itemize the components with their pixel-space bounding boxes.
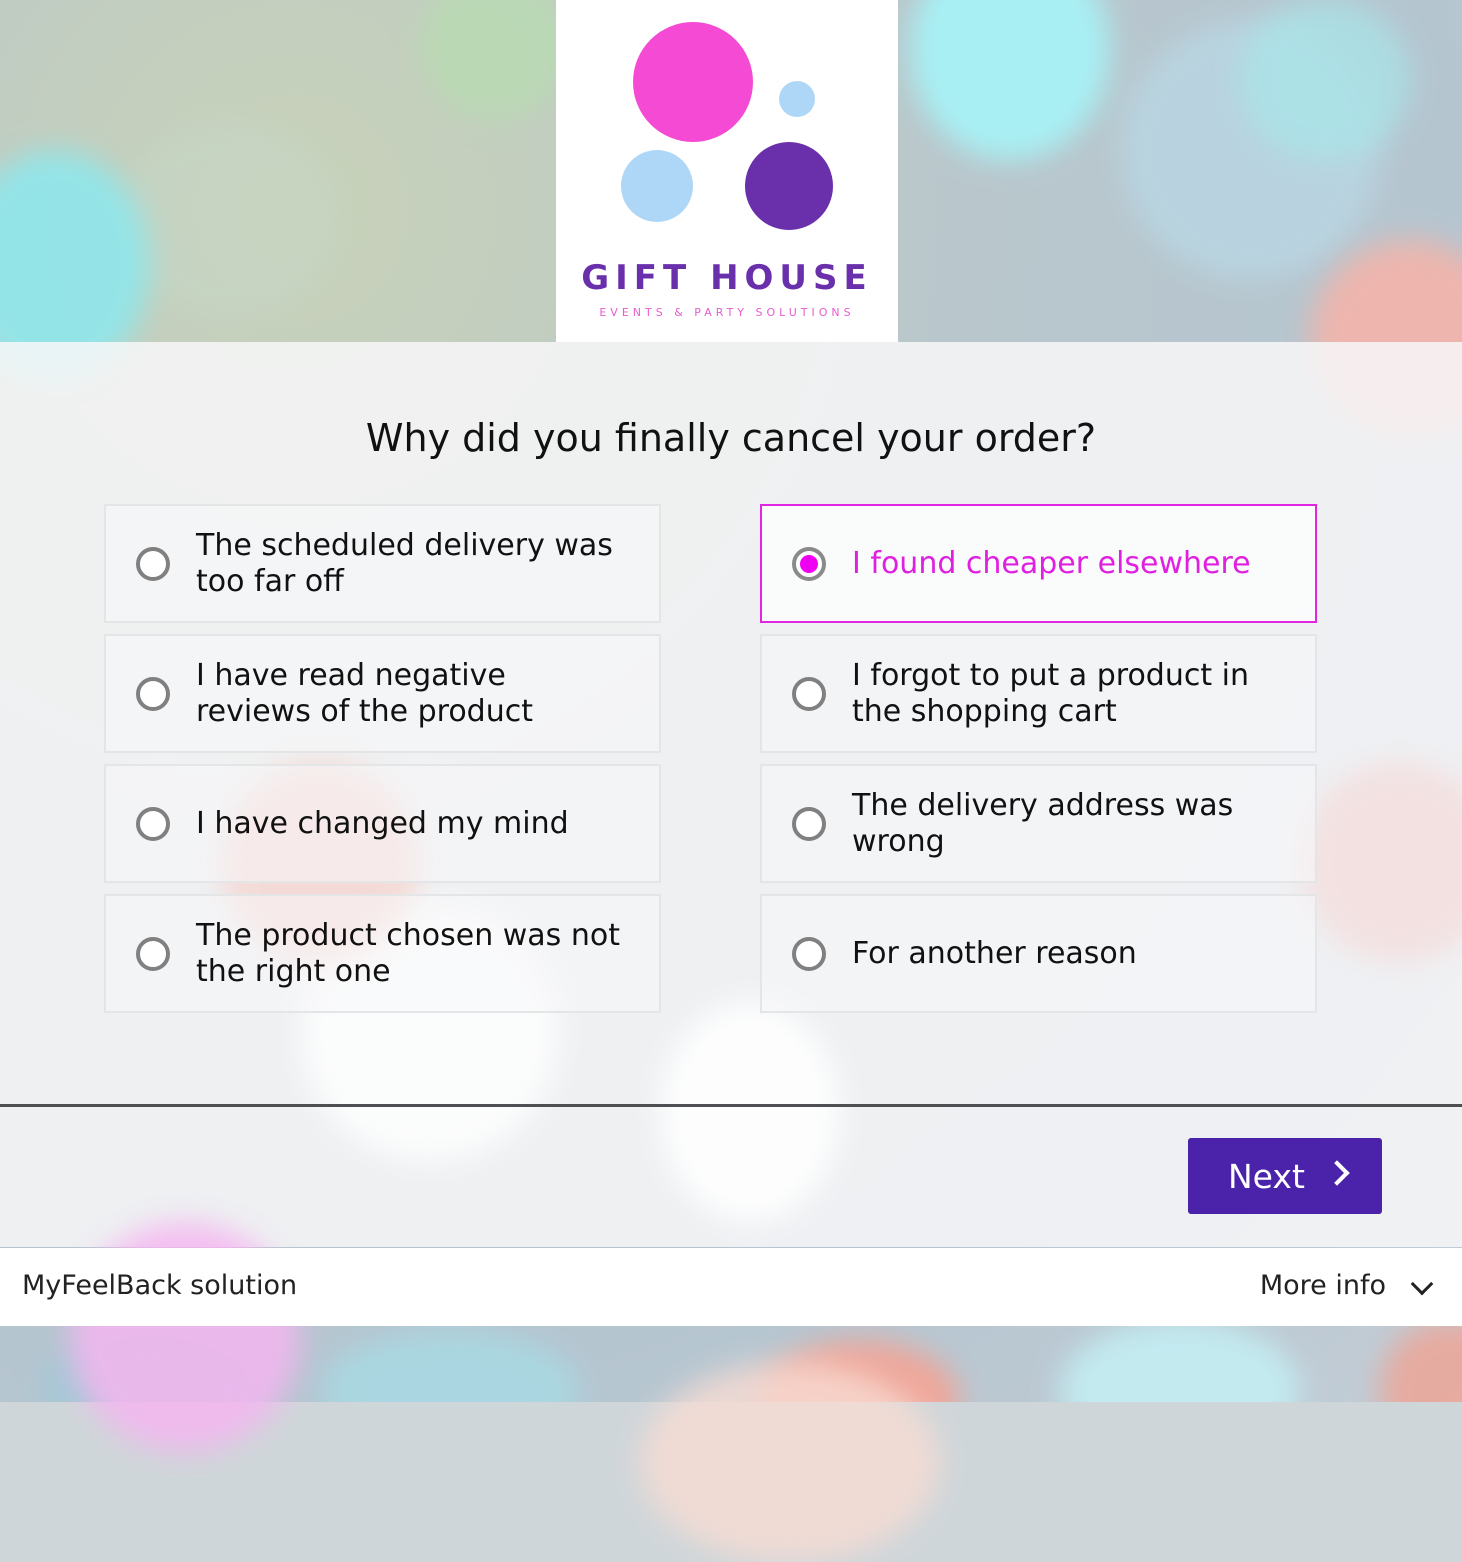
radio-button[interactable]: [136, 676, 170, 711]
option-label: For another reason: [852, 935, 1137, 971]
option-negative-reviews[interactable]: I have read negative reviews of the prod…: [104, 634, 661, 753]
logo-pink-circle: [633, 22, 753, 142]
logo-small-blue-circle: [779, 81, 815, 117]
logo-purple-circle: [745, 142, 833, 230]
gift-house-logo: GIFT HOUSE EVENTS & PARTY SOLUTIONS: [556, 0, 898, 342]
chevron-down-icon[interactable]: [1410, 1272, 1434, 1296]
option-forgot-product[interactable]: I forgot to put a product in the shoppin…: [760, 634, 1317, 753]
radio-button[interactable]: [792, 676, 826, 711]
radio-button[interactable]: [136, 806, 170, 841]
logo-subtitle: EVENTS & PARTY SOLUTIONS: [599, 306, 855, 319]
question-title: Why did you finally cancel your order?: [365, 416, 1097, 460]
option-found-cheaper[interactable]: I found cheaper elsewhere: [760, 504, 1317, 623]
more-info-link[interactable]: More info: [1260, 1270, 1386, 1301]
radio-button[interactable]: [136, 936, 170, 971]
radio-button[interactable]: [792, 936, 826, 971]
option-wrong-address[interactable]: The delivery address was wrong: [760, 764, 1317, 883]
logo-blue-circle: [621, 150, 693, 222]
logo-title: GIFT HOUSE: [581, 258, 873, 298]
footer-bar: MyFeelBack solution More info: [0, 1248, 1462, 1326]
next-button-label: Next: [1228, 1156, 1305, 1196]
radio-button-selected[interactable]: [792, 546, 826, 581]
divider: [0, 1104, 1462, 1107]
chevron-right-icon: [1324, 1160, 1350, 1186]
option-label: The delivery address was wrong: [852, 787, 1234, 859]
option-changed-mind[interactable]: I have changed my mind: [104, 764, 661, 883]
option-label: I have changed my mind: [196, 805, 569, 841]
option-another-reason[interactable]: For another reason: [760, 894, 1317, 1013]
radio-button[interactable]: [792, 806, 826, 841]
option-delivery-too-far[interactable]: The scheduled delivery was too far off: [104, 504, 661, 623]
option-label: I found cheaper elsewhere: [852, 545, 1251, 581]
option-label: I have read negative reviews of the prod…: [196, 657, 533, 729]
next-button[interactable]: Next: [1188, 1138, 1382, 1214]
option-wrong-product[interactable]: The product chosen was not the right one: [104, 894, 661, 1013]
option-label: The product chosen was not the right one: [196, 917, 620, 989]
radio-button[interactable]: [136, 546, 170, 581]
option-label: I forgot to put a product in the shoppin…: [852, 657, 1250, 729]
footer-brand: MyFeelBack solution: [22, 1270, 298, 1301]
option-label: The scheduled delivery was too far off: [196, 527, 613, 599]
